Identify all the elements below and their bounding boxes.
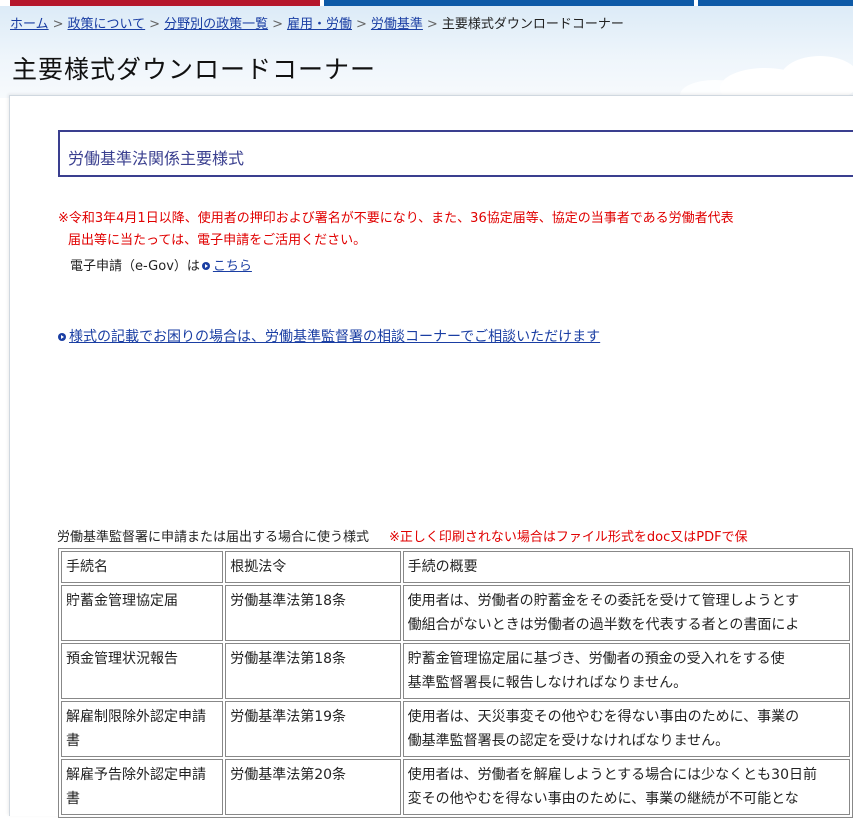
summary-line: 使用者は、労働者の貯蓄金をその委託を受けて管理しようとす [407, 593, 800, 609]
table-row: 貯蓄金管理協定届 労働基準法第18条 使用者は、労働者の貯蓄金をその委託を受けて… [61, 585, 850, 641]
summary-line: 使用者は、労働者を解雇しようとする場合には少なくとも30日前 [407, 767, 817, 783]
table-row: 解雇予告除外認定申請書 労働基準法第20条 使用者は、労働者を解雇しようとする場… [61, 759, 850, 815]
law-cell: 労働基準法第20条 [225, 759, 401, 815]
link-arrow-icon [58, 332, 66, 341]
consult-line: 様式の記載でお困りの場合は、労働基準監督署の相談コーナーでご相談いただけます [56, 326, 600, 346]
breadcrumb-policy-list-link[interactable]: 分野別の政策一覧 [164, 17, 268, 32]
summary-cell: 使用者は、天災事変その他やむを得ない事由のために、事業の 働基準監督署長の認定を受… [402, 701, 850, 757]
procedure-name[interactable]: 解雇制限除外認定申請書 [61, 701, 224, 757]
breadcrumb-separator: > [356, 17, 367, 32]
egov-link[interactable]: こちら [213, 259, 252, 274]
procedure-name-text: 解雇予告除外認定申請書 [66, 767, 206, 807]
breadcrumb-labor-standards-link[interactable]: 労働基準 [371, 17, 423, 32]
link-arrow-icon [201, 262, 210, 270]
breadcrumb-current: 主要様式ダウンロードコーナー [441, 17, 624, 32]
breadcrumb-separator: > [52, 17, 64, 32]
procedure-name[interactable]: 預金管理状況報告 [61, 643, 224, 699]
consult-link[interactable]: 様式の記載でお困りの場合は、労働基準監督署の相談コーナーでご相談いただけます [69, 329, 600, 345]
summary-cell: 貯蓄金管理協定届に基づき、労働者の預金の受入れをする使 基準監督署長に報告しなけれ… [402, 643, 850, 699]
breadcrumb-home-link[interactable]: ホーム [10, 17, 49, 32]
breadcrumb-separator: > [272, 17, 283, 32]
summary-line: 基準監督署長に報告しなければなりません。 [407, 675, 688, 691]
law-cell: 労働基準法第18条 [225, 585, 401, 641]
notice-line-1: ※令和3年4月1日以降、使用者の押印および署名が不要になり、また、36協定届等、… [58, 211, 734, 226]
header-summary: 手続の概要 [402, 551, 850, 583]
summary-line: 働組合がないときは労働者の過半数を代表する者との書面によ [407, 617, 800, 633]
table-caption-text: 労働基準監督署に申請または届出する場合に使う様式 [57, 530, 370, 545]
table-row: 解雇制限除外認定申請書 労働基準法第19条 使用者は、天災事変その他やむを得ない… [61, 701, 850, 757]
table-header-row: 手続名 根拠法令 手続の概要 [61, 551, 850, 583]
breadcrumb-policy-link[interactable]: 政策について [68, 17, 146, 32]
table-warning: ※正しく印刷されない場合はファイル形式をdoc又はPDFで保 [389, 530, 748, 545]
summary-line: 働基準監督署長の認定を受けなければなりません。 [407, 733, 730, 749]
law-cell: 労働基準法第19条 [225, 701, 401, 757]
summary-line: 変その他やむを得ない事由のために、事業の継続が不可能とな [407, 791, 799, 807]
breadcrumb-employment-link[interactable]: 雇用・労働 [287, 17, 352, 32]
egov-label: 電子申請（e-Gov）は [70, 259, 200, 274]
summary-line: 貯蓄金管理協定届に基づき、労働者の預金の受入れをする使 [407, 651, 785, 667]
notice-line-2: 届出等に当たっては、電子申請をご活用ください。 [68, 233, 367, 248]
summary-line: 使用者は、天災事変その他やむを得ない事由のために、事業の [407, 709, 800, 725]
section-heading-text: 労働基準法関係主要様式 [68, 149, 245, 168]
procedure-name-text: 預金管理状況報告 [66, 651, 178, 667]
forms-table: 手続名 根拠法令 手続の概要 貯蓄金管理協定届 労働基準法第18条 使用者は、労… [58, 548, 853, 818]
law-cell: 労働基準法第18条 [225, 643, 401, 699]
notice-text: ※令和3年4月1日以降、使用者の押印および署名が不要になり、また、36協定届等、… [58, 208, 734, 252]
table-caption: 労働基準監督署に申請または届出する場合に使う様式 ※正しく印刷されない場合はファイ… [57, 526, 748, 545]
page-title: 主要様式ダウンロードコーナー [12, 55, 377, 84]
table-row: 預金管理状況報告 労働基準法第18条 貯蓄金管理協定届に基づき、労働者の預金の受… [61, 643, 850, 699]
procedure-name-text: 解雇制限除外認定申請書 [66, 709, 206, 749]
header-procedure: 手続名 [61, 551, 224, 583]
breadcrumb: ホーム > 政策について > 分野別の政策一覧 > 雇用・労働 > 労働基準 > 主要様式ダウンロー… [10, 13, 624, 32]
breadcrumb-separator: > [149, 17, 161, 32]
header-law: 根拠法令 [225, 551, 401, 583]
summary-cell: 使用者は、労働者を解雇しようとする場合には少なくとも30日前 変その他やむを得ない… [402, 759, 850, 815]
procedure-name[interactable]: 貯蓄金管理協定届 [61, 585, 224, 641]
breadcrumb-separator: > [426, 17, 438, 32]
procedure-name[interactable]: 解雇予告除外認定申請書 [61, 759, 224, 815]
section-heading: 労働基準法関係主要様式 [58, 130, 853, 177]
egov-line: 電子申請（e-Gov）は こちら [70, 255, 252, 274]
procedure-name-text: 貯蓄金管理協定届 [66, 593, 178, 609]
summary-cell: 使用者は、労働者の貯蓄金をその委託を受けて管理しようとす 働組合がないときは労働者… [402, 585, 850, 641]
